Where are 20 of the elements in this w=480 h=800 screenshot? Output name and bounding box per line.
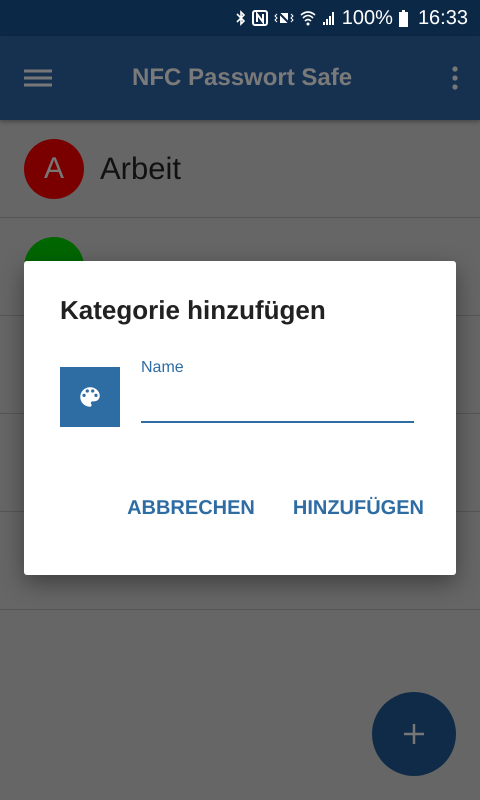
color-picker-button[interactable] (60, 367, 120, 427)
plus-icon (403, 723, 425, 745)
more-options-icon[interactable] (452, 66, 458, 90)
bluetooth-icon (236, 10, 246, 26)
clock: 16:33 (418, 6, 468, 30)
dialog-title: Kategorie hinzufügen (60, 295, 327, 326)
battery-icon (398, 10, 408, 26)
wifi-icon (300, 10, 316, 26)
menu-icon[interactable] (24, 68, 52, 88)
signal-icon (322, 10, 336, 26)
category-name: Arbeit (100, 150, 181, 186)
field-label: Name (141, 359, 185, 377)
app-title: NFC Passwort Safe (132, 64, 354, 92)
dialog-button[interactable]: HINZUFÜGEN (284, 489, 432, 528)
nfc-icon (252, 10, 268, 26)
category-item[interactable]: A Arbeit (0, 120, 480, 218)
category-avatar: A (24, 138, 84, 198)
dialog-button[interactable]: ABBRECHEN (119, 489, 263, 528)
vibrate-mute-icon (274, 10, 294, 26)
battery-percent: 100% (342, 6, 393, 30)
